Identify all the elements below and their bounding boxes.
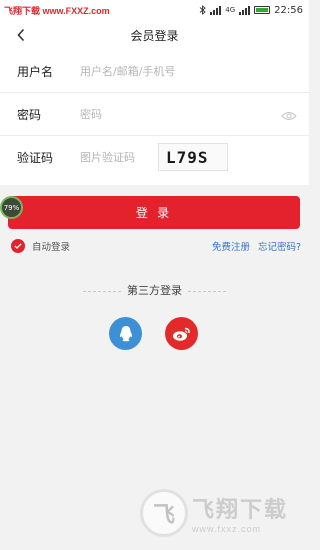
third-party-title: 第三方登录: [127, 284, 182, 297]
bluetooth-icon: [199, 5, 206, 15]
watermark-logo-mark: 飞: [140, 489, 188, 537]
captcha-input[interactable]: [80, 151, 155, 164]
watermark-logo: 飞 飞翔下载 www.fxxz.com: [140, 487, 300, 539]
captcha-label: 验证码: [17, 151, 54, 165]
password-label: 密码: [17, 107, 42, 122]
username-input[interactable]: [80, 64, 309, 78]
watermark-text-block: 飞翔下载 www.fxxz.com: [192, 492, 288, 534]
username-row: 用户名: [0, 50, 309, 93]
qq-icon: [119, 325, 132, 341]
third-party-heading: 第三方登录: [0, 282, 309, 298]
signal-icon: [210, 5, 222, 15]
eye-icon[interactable]: [281, 106, 297, 125]
progress-badge: 79%: [0, 196, 23, 219]
qq-login-button[interactable]: [109, 317, 142, 350]
username-label: 用户名: [17, 64, 54, 79]
chevron-left-icon: [17, 28, 25, 42]
auto-login-label: 自动登录: [32, 242, 71, 253]
weibo-icon: [172, 327, 190, 341]
page-title: 会员登录: [130, 28, 179, 43]
signal-icon-2: [239, 5, 251, 15]
auto-login-checkbox[interactable]: 自动登录: [11, 239, 70, 253]
status-icons: 4G 22:56: [199, 5, 303, 16]
check-icon: [11, 239, 25, 253]
divider: [83, 290, 121, 292]
options-row: 自动登录 免费注册 忘记密码?: [11, 237, 301, 255]
captcha-image[interactable]: L79S: [158, 143, 228, 171]
status-time: 22:56: [274, 4, 303, 16]
register-link[interactable]: 免费注册: [212, 239, 250, 253]
captcha-row: 验证码 L79S: [0, 136, 309, 179]
login-button[interactable]: 登 录: [8, 196, 300, 229]
account-links: 免费注册 忘记密码?: [212, 239, 301, 253]
network-type: 4G: [225, 6, 236, 14]
forgot-password-link[interactable]: 忘记密码?: [258, 239, 301, 253]
login-form: 用户名 密码 验证码 L79S: [0, 50, 309, 185]
weibo-login-button[interactable]: [165, 317, 198, 350]
status-bar: 飞翔下载 www.FXXZ.com 4G 22:56: [0, 0, 309, 20]
back-button[interactable]: [12, 26, 30, 44]
battery-icon: [254, 6, 271, 14]
password-input[interactable]: [80, 107, 309, 121]
watermark-url: www.fxxz.com: [192, 524, 262, 534]
watermark-title: 飞翔下载: [192, 498, 289, 523]
nav-bar: 会员登录: [0, 20, 309, 50]
watermark-text: 飞翔下载 www.FXXZ.com: [4, 5, 110, 16]
divider: [188, 290, 226, 292]
password-row: 密码: [0, 93, 309, 136]
